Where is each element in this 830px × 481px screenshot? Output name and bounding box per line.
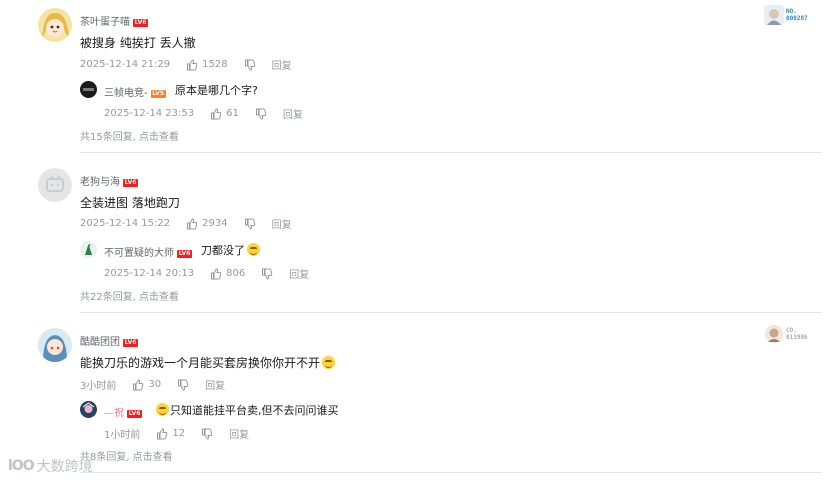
reply-button[interactable]: 回复 [283, 106, 303, 121]
laughing-emoji-icon [322, 356, 336, 369]
sub-username[interactable]: —祝 LV6 [104, 404, 142, 419]
sub-username[interactable]: 不可置疑的大师 LV6 [104, 244, 192, 259]
dislike-button[interactable] [201, 428, 213, 440]
reply-button[interactable]: 回复 [229, 426, 249, 441]
username[interactable]: 茶叶蛋子喵 LV6 [80, 13, 148, 28]
divider [80, 472, 822, 473]
comment-time: 2025-12-14 15:22 [80, 218, 171, 229]
reply-button[interactable]: 回复 [205, 377, 225, 392]
comment-meta: 2025-12-14 15:22 2934 回复 [80, 216, 292, 231]
thumb-down-icon [262, 268, 273, 280]
like-button[interactable]: 30 [132, 378, 161, 391]
user-avatar[interactable] [38, 328, 72, 362]
laughing-emoji-icon [156, 403, 169, 416]
dislike-button[interactable] [244, 59, 256, 71]
dislike-button[interactable] [244, 218, 256, 230]
level-badge: LV6 [177, 250, 192, 258]
user-avatar[interactable] [38, 168, 72, 202]
sub-comment-text: 原本是哪几个字? [175, 84, 258, 97]
sub-comment-meta: 2025-12-14 20:13 806 回复 [104, 266, 309, 281]
watermark: lOO 大数跨境 [8, 456, 93, 476]
thumb-up-icon [187, 58, 198, 70]
level-badge: LV5 [150, 90, 166, 98]
watermark-text: 大数跨境 [36, 459, 93, 475]
divider [80, 312, 822, 313]
thumb-up-icon [211, 107, 222, 119]
thumb-down-icon [244, 59, 255, 71]
level-badge: LV6 [123, 339, 138, 347]
reply-button[interactable]: 回复 [272, 57, 292, 72]
comment-2: 老狗与海 LV6 全装进图 落地跑刀 2025-12-14 15:22 2934 … [0, 160, 830, 310]
comment-1: 茶叶蛋子喵 LV6 NO. 000287 被搜身 纯挨打 丢人撤 2025-12-1… [0, 0, 830, 150]
dislike-button[interactable] [177, 379, 189, 391]
comment-text: 被搜身 纯挨打 丢人撤 [80, 36, 196, 50]
level-badge: LV6 [123, 179, 138, 187]
comment-3: 酷酷团团 LV6 CO. 013986 能换刀乐的游戏一个月能买套房换你你开不开 3… [0, 320, 830, 470]
sub-comment-time: 1小时前 [104, 430, 141, 441]
thumb-up-icon [157, 427, 168, 439]
thumb-up-icon [133, 378, 144, 390]
comment-text: 能换刀乐的游戏一个月能买套房换你你开不开 [80, 354, 336, 371]
sub-comment-meta: 1小时前 12 回复 [104, 426, 249, 441]
comment-time: 3小时前 [80, 381, 117, 392]
view-more-link[interactable]: 点击查看 [133, 452, 173, 463]
divider [80, 152, 822, 153]
comment-text: 全装进图 落地跑刀 [80, 196, 180, 210]
thumb-up-icon [187, 217, 198, 229]
like-button[interactable]: 61 [210, 107, 239, 120]
view-more-replies[interactable]: 共22条回复, 点击查看 [80, 288, 179, 303]
watermark-logo: lOO [8, 458, 35, 474]
like-button[interactable]: 1528 [186, 58, 228, 71]
like-button[interactable]: 2934 [186, 217, 228, 230]
like-button[interactable]: 806 [210, 267, 245, 280]
fan-badge-icon [765, 325, 783, 343]
view-more-link[interactable]: 点击查看 [139, 132, 179, 143]
thumb-down-icon [178, 379, 189, 391]
view-more-replies[interactable]: 共8条回复, 点击查看 [80, 448, 173, 463]
sub-user-avatar[interactable] [80, 401, 97, 418]
reply-button[interactable]: 回复 [289, 266, 309, 281]
sub-comment-text: 只知道能挂平台卖,但不去问问谁买 [156, 402, 339, 418]
like-button[interactable]: 12 [156, 427, 185, 440]
fan-badge: CO. 013986 [764, 324, 808, 344]
reply-button[interactable]: 回复 [272, 216, 292, 231]
thumb-down-icon [244, 218, 255, 230]
sub-comment-time: 2025-12-14 23:53 [104, 108, 195, 119]
fan-badge-icon [764, 5, 784, 25]
fan-badge: NO. 000287 [764, 5, 808, 25]
comment-meta: 2025-12-14 21:29 1528 回复 [80, 57, 292, 72]
sub-user-avatar[interactable] [80, 81, 97, 98]
dislike-button[interactable] [255, 108, 267, 120]
thumb-down-icon [255, 108, 267, 120]
laughing-emoji-icon [247, 243, 260, 256]
username[interactable]: 老狗与海 LV6 [80, 173, 138, 188]
comment-time: 2025-12-14 21:29 [80, 59, 171, 70]
sub-user-avatar[interactable] [80, 241, 97, 258]
dislike-button[interactable] [261, 268, 273, 280]
sub-username[interactable]: 三帧电竞- LV5 [104, 84, 166, 99]
level-badge: LV6 [127, 410, 142, 418]
view-more-link[interactable]: 点击查看 [139, 292, 179, 303]
level-badge: LV6 [133, 19, 148, 27]
view-more-replies[interactable]: 共15条回复, 点击查看 [80, 128, 179, 143]
comment-meta: 3小时前 30 回复 [80, 377, 225, 392]
sub-comment-meta: 2025-12-14 23:53 61 回复 [104, 106, 303, 121]
user-avatar[interactable] [38, 8, 72, 42]
username[interactable]: 酷酷团团 LV6 [80, 333, 138, 348]
thumb-up-icon [211, 267, 222, 279]
sub-comment-time: 2025-12-14 20:13 [104, 268, 195, 279]
thumb-down-icon [202, 428, 213, 440]
sub-comment-text: 刀都没了 [201, 242, 260, 258]
